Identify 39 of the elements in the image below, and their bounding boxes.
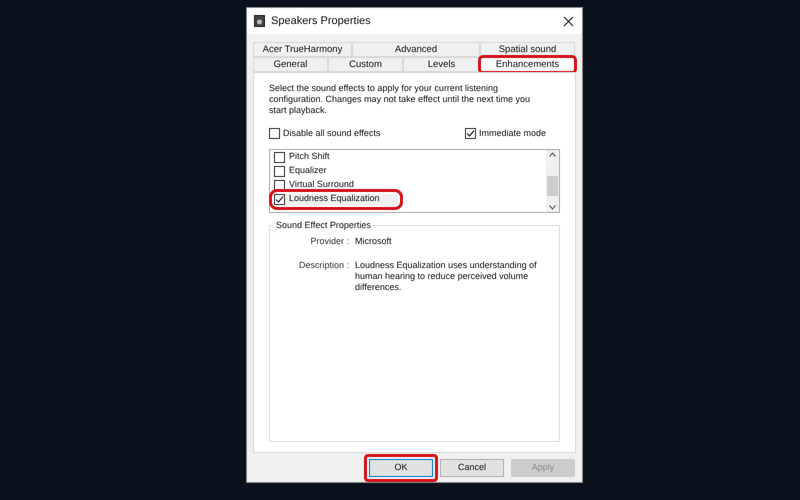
checkbox[interactable]	[274, 152, 285, 162]
intro-text: Select the sound effects to apply for your current listening configuration. Changes may not take effect until the next time you start playback.	[269, 83, 531, 116]
property-label: Provider :	[309, 236, 349, 247]
checkmark-icon	[275, 194, 284, 204]
checkbox-label: Immediate mode	[478, 127, 546, 140]
checkbox[interactable]	[274, 180, 285, 190]
effect-label[interactable]: Virtual Surround	[289, 178, 354, 192]
dialog-button[interactable]: Cancel	[440, 459, 504, 477]
effect-row[interactable]: Equalizer	[274, 166, 345, 176]
effect-label[interactable]: Equalizer	[289, 164, 327, 178]
group-title: Sound Effect Properties	[275, 218, 372, 232]
scrollbar[interactable]	[546, 150, 559, 212]
tab[interactable]: General	[253, 57, 328, 72]
tab[interactable]: Levels	[403, 57, 480, 72]
effect-label[interactable]: Loudness Equalization	[289, 192, 380, 206]
tab[interactable]: Custom	[328, 57, 403, 72]
speaker-icon	[254, 15, 265, 27]
effect-label[interactable]: Pitch Shift	[289, 150, 330, 164]
checkmark-icon	[466, 129, 475, 138]
checkbox[interactable]	[269, 128, 280, 140]
checkbox-label: Disable all sound effects	[283, 127, 380, 140]
property-value: Loudness Equalization uses understanding of human hearing to reduce perceived volume differences.	[355, 260, 538, 293]
checkbox[interactable]	[274, 166, 285, 176]
dialog-button[interactable]: OK	[369, 459, 433, 477]
effect-row[interactable]: Pitch Shift	[274, 152, 348, 162]
effect-row[interactable]: Loudness Equalization	[274, 194, 398, 204]
window-title: Speakers Properties	[271, 14, 372, 29]
scroll-thumb[interactable]	[547, 176, 558, 196]
scroll-up-icon[interactable]	[549, 152, 556, 156]
tab[interactable]: Enhancements	[480, 57, 575, 72]
scroll-down-icon[interactable]	[549, 204, 556, 210]
checkbox[interactable]	[274, 194, 285, 204]
property-label: Description :	[298, 260, 349, 272]
effect-row[interactable]: Virtual Surround	[274, 180, 372, 190]
tab[interactable]: Acer TrueHarmony	[253, 42, 352, 57]
property-value: Microsoft	[355, 236, 393, 247]
tab[interactable]: Advanced	[352, 42, 480, 57]
checkbox[interactable]	[464, 128, 476, 140]
close-icon[interactable]	[563, 16, 574, 26]
